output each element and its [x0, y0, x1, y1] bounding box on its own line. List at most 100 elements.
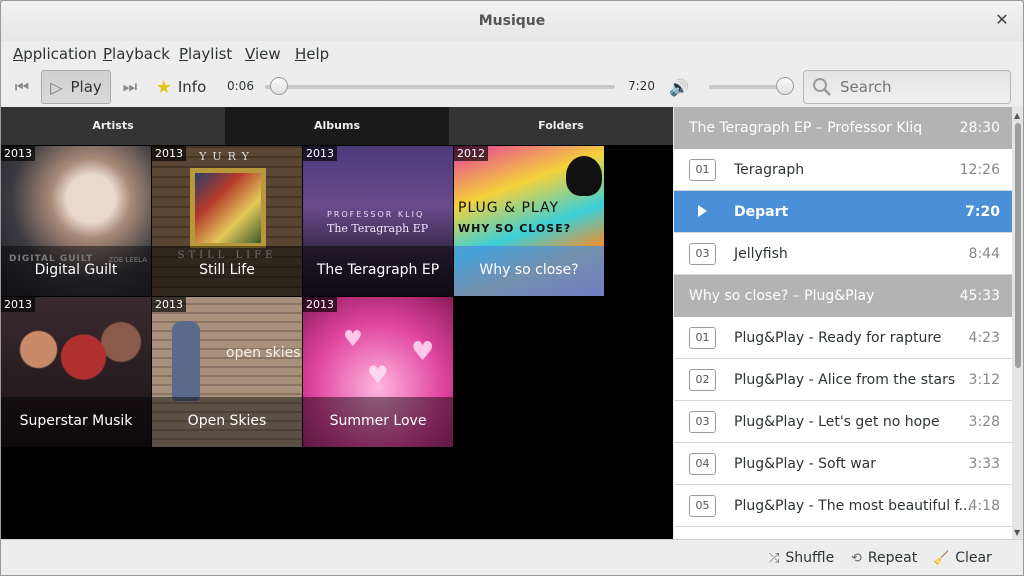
album-title: Why so close?: [454, 246, 604, 296]
track-duration: 4:23: [968, 329, 1000, 346]
album-art-text: PROFESSOR KLIQ: [327, 210, 425, 219]
track-name: Plug&Play - Soft war: [734, 455, 877, 472]
search-box[interactable]: [803, 70, 1011, 104]
album-year: 2013: [303, 297, 337, 312]
scroll-down-icon[interactable]: ▼: [1014, 528, 1020, 537]
total-time: 7:20: [628, 79, 655, 93]
menu-playlist[interactable]: Playlist: [179, 45, 232, 63]
group-duration: 28:30: [959, 120, 1000, 136]
playlist-track[interactable]: 03 Plug&Play - Let's get no hope 3:28: [674, 401, 1012, 443]
playlist-track[interactable]: 04 Plug&Play - Soft war 3:33: [674, 443, 1012, 485]
track-duration: 12:26: [959, 161, 1000, 178]
heart-icon: ♥: [367, 361, 389, 389]
album-tile[interactable]: YURY STILL LIFE 2013 Still Life: [152, 146, 302, 296]
track-duration: 4:18: [968, 497, 1000, 514]
playlist-actions-bar: ⤮ Shuffle ⟲ Repeat 🧹 Clear: [1, 539, 1023, 575]
track-name: Depart: [734, 203, 789, 220]
previous-button[interactable]: ⏮: [9, 70, 35, 104]
album-year: 2013: [303, 146, 337, 161]
album-tile[interactable]: 2013 Superstar Musik: [1, 297, 151, 447]
track-name: Jellyfish: [734, 245, 788, 262]
repeat-button[interactable]: ⟲ Repeat: [851, 550, 917, 566]
seek-slider-knob[interactable]: [269, 77, 288, 95]
info-label: Info: [177, 78, 207, 96]
playlist-group-header[interactable]: The Teragraph EP – Professor Kliq 28:30: [674, 107, 1012, 149]
album-title: Summer Love: [303, 397, 453, 447]
album-year: 2013: [152, 146, 186, 161]
playlist-scrollbar[interactable]: ▲ ▼: [1012, 107, 1023, 539]
shuffle-label: Shuffle: [785, 550, 835, 566]
menu-playback[interactable]: Playback: [103, 45, 170, 63]
playlist: The Teragraph EP – Professor Kliq 28:30 …: [674, 107, 1012, 539]
tab-albums[interactable]: Albums: [225, 107, 449, 145]
album-year: 2013: [1, 146, 35, 161]
search-icon: [813, 78, 831, 96]
clear-button[interactable]: 🧹 Clear: [933, 550, 992, 566]
scroll-up-icon[interactable]: ▲: [1014, 111, 1020, 120]
album-year: 2013: [152, 297, 186, 312]
library-tabs: Artists Albums Folders: [1, 107, 673, 145]
cat-silhouette: [566, 156, 602, 196]
track-name: Plug&Play - Alice from the stars: [734, 371, 956, 388]
album-tile[interactable]: DIGITAL GUILT ZOE LEELA 2013 Digital Gui…: [1, 146, 151, 296]
playlist-track[interactable]: 05 Plug&Play - The most beautiful f... 4…: [674, 485, 1012, 527]
volume-slider-knob[interactable]: [776, 77, 794, 95]
track-duration: 3:28: [968, 413, 1000, 430]
album-title: The Teragraph EP: [303, 246, 453, 296]
clear-label: Clear: [955, 550, 992, 566]
menu-view[interactable]: View: [245, 45, 281, 63]
album-tile-selected[interactable]: PLUG & PLAY WHY SO CLOSE? 2012 Why so cl…: [454, 146, 604, 296]
album-art-text: The Teragraph EP: [327, 222, 429, 235]
playlist-track-playing[interactable]: Depart 7:20: [674, 191, 1012, 233]
album-title: Digital Guilt: [1, 246, 151, 296]
seek-slider-track[interactable]: [265, 85, 615, 89]
album-title: Still Life: [152, 246, 302, 296]
speaker-icon: 🔊: [669, 77, 689, 97]
track-name: Plug&Play - Let's get no hope: [734, 413, 940, 430]
now-playing-icon: [698, 205, 707, 217]
repeat-icon: ⟲: [851, 550, 862, 566]
star-icon: ★: [155, 76, 172, 98]
play-button[interactable]: ▷ Play: [41, 70, 111, 104]
tab-artists[interactable]: Artists: [1, 107, 225, 145]
album-tile[interactable]: PROFESSOR KLIQ The Teragraph EP 2013 The…: [303, 146, 453, 296]
track-number: 02: [689, 369, 716, 391]
tab-folders[interactable]: Folders: [449, 107, 673, 145]
library-browser: Artists Albums Folders DIGITAL GUILT ZOE…: [1, 107, 673, 539]
painting-frame: [190, 168, 266, 248]
group-title: The Teragraph EP – Professor Kliq: [689, 120, 923, 136]
search-input[interactable]: [840, 78, 1000, 96]
elapsed-time: 0:06: [227, 79, 254, 93]
toolbar: ⏮ ▷ Play ⏭ ★ Info 0:06 7:20 🔊: [1, 67, 1023, 107]
album-tile[interactable]: ♥ ♥ ♥ 2013 Summer Love: [303, 297, 453, 447]
album-art-text: WHY SO CLOSE?: [458, 222, 572, 235]
track-name: Plug&Play - Ready for rapture: [734, 329, 942, 346]
close-icon[interactable]: ✕: [993, 11, 1011, 29]
playlist-track[interactable]: 01 Plug&Play - Ready for rapture 4:23: [674, 317, 1012, 359]
track-number: 03: [689, 243, 716, 265]
next-icon: ⏭: [122, 77, 138, 96]
volume-button[interactable]: 🔊: [665, 70, 693, 104]
album-tile[interactable]: open skies 2013 Open Skies: [152, 297, 302, 447]
scrollbar-thumb[interactable]: [1015, 123, 1021, 368]
track-duration: 8:44: [968, 245, 1000, 262]
playlist-track[interactable]: 03 Jellyfish 8:44: [674, 233, 1012, 275]
heart-icon: ♥: [343, 327, 363, 352]
menu-bar: Application Playback Playlist View Help: [1, 41, 1023, 67]
menu-application[interactable]: Application: [13, 45, 97, 63]
track-number: 05: [689, 495, 716, 517]
guitarist-figure: [172, 321, 200, 401]
playlist-track[interactable]: 02 Plug&Play - Alice from the stars 3:12: [674, 359, 1012, 401]
broom-icon: 🧹: [933, 550, 950, 566]
info-button[interactable]: ★ Info: [151, 70, 211, 104]
playlist-group-header[interactable]: Why so close? – Plug&Play 45:33: [674, 275, 1012, 317]
repeat-label: Repeat: [867, 550, 918, 566]
next-button[interactable]: ⏭: [117, 70, 143, 104]
playlist-track[interactable]: 01 Teragraph 12:26: [674, 149, 1012, 191]
track-number: 04: [689, 453, 716, 475]
track-number: 01: [689, 159, 716, 181]
shuffle-button[interactable]: ⤮ Shuffle: [769, 550, 834, 566]
window-title: Musique: [478, 13, 546, 29]
shuffle-icon: ⤮: [769, 550, 780, 566]
menu-help[interactable]: Help: [295, 45, 329, 63]
